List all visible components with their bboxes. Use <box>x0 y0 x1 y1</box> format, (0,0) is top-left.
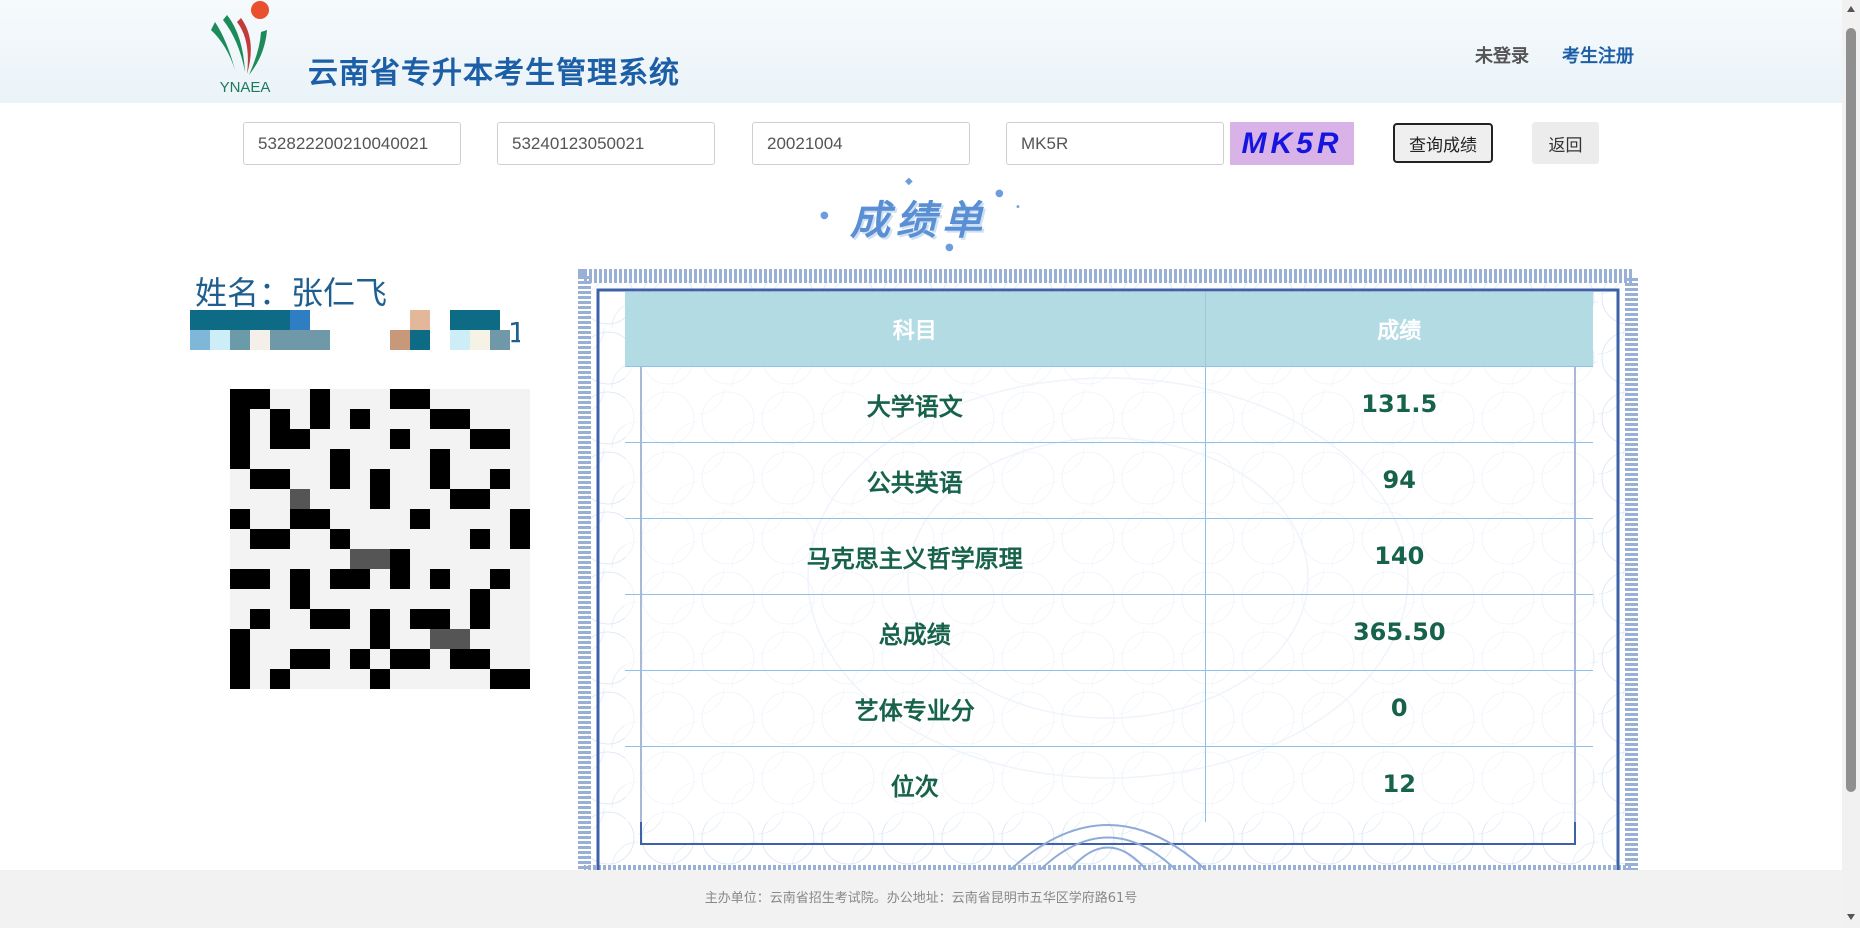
score-table: 科目 成绩 大学语文 131.5 公共英语 94 马克思主义哲学原理 140 总… <box>625 292 1593 822</box>
table-row: 马克思主义哲学原理 140 <box>625 517 1593 594</box>
table-header-row: 科目 成绩 <box>625 292 1593 366</box>
subject-cell: 艺体专业分 <box>625 669 1206 746</box>
scroll-up-arrow-icon[interactable] <box>1847 6 1855 12</box>
svg-text:1: 1 <box>508 316 520 349</box>
table-row: 艺体专业分 0 <box>625 669 1593 746</box>
birth-date-input[interactable] <box>752 122 970 165</box>
exam-number-input[interactable] <box>497 122 715 165</box>
subject-cell: 公共英语 <box>625 441 1206 518</box>
report-title: 成绩单 <box>850 198 988 244</box>
subject-cell: 总成绩 <box>625 593 1206 670</box>
register-link[interactable]: 考生注册 <box>1562 42 1634 68</box>
id-number-input[interactable] <box>243 122 461 165</box>
table-row: 总成绩 365.50 <box>625 593 1593 670</box>
qr-code-image <box>230 389 530 689</box>
subject-cell: 位次 <box>625 745 1206 822</box>
score-cell: 365.50 <box>1205 593 1593 670</box>
site-footer: 主办单位：云南省招生考试院。办公地址：云南省昆明市五华区学府路61号 <box>0 870 1842 928</box>
column-header-subject: 科目 <box>625 292 1206 366</box>
score-cell: 140 <box>1205 517 1593 594</box>
table-row: 位次 12 <box>625 745 1593 822</box>
score-cell: 12 <box>1205 745 1593 822</box>
redacted-info-mosaic: 1 <box>190 310 520 350</box>
table-row: 大学语文 131.5 <box>625 365 1593 442</box>
column-header-score: 成绩 <box>1205 292 1593 366</box>
table-row: 公共英语 94 <box>625 441 1593 518</box>
score-cell: 131.5 <box>1205 365 1593 442</box>
svg-text:YNAEA: YNAEA <box>220 79 271 96</box>
back-button[interactable]: 返回 <box>1532 122 1599 164</box>
sparkle-icon: ● <box>995 188 1004 199</box>
captcha-input[interactable] <box>1006 122 1224 165</box>
query-score-button[interactable]: 查询成绩 <box>1393 123 1493 163</box>
login-status-link[interactable]: 未登录 <box>1475 42 1529 68</box>
sparkle-icon: • <box>1015 202 1021 213</box>
site-title: 云南省专升本考生管理系统 <box>308 56 680 91</box>
scrollbar-thumb[interactable] <box>1846 28 1856 792</box>
sparkle-icon: ● <box>820 210 829 221</box>
score-cell: 94 <box>1205 441 1593 518</box>
score-cell: 0 <box>1205 669 1593 746</box>
captcha-image[interactable]: MK5R <box>1230 122 1354 165</box>
scroll-down-arrow-icon[interactable] <box>1847 914 1855 920</box>
sparkle-icon: ◆ <box>905 176 913 187</box>
ynaea-logo: YNAEA <box>211 1 271 96</box>
vertical-scrollbar[interactable] <box>1842 0 1860 928</box>
subject-cell: 马克思主义哲学原理 <box>625 517 1206 594</box>
subject-cell: 大学语文 <box>625 365 1206 442</box>
site-header: YNAEA 云南省专升本考生管理系统 未登录 考生注册 <box>0 0 1842 103</box>
candidate-name: 姓名：张仁飞 <box>195 274 388 312</box>
